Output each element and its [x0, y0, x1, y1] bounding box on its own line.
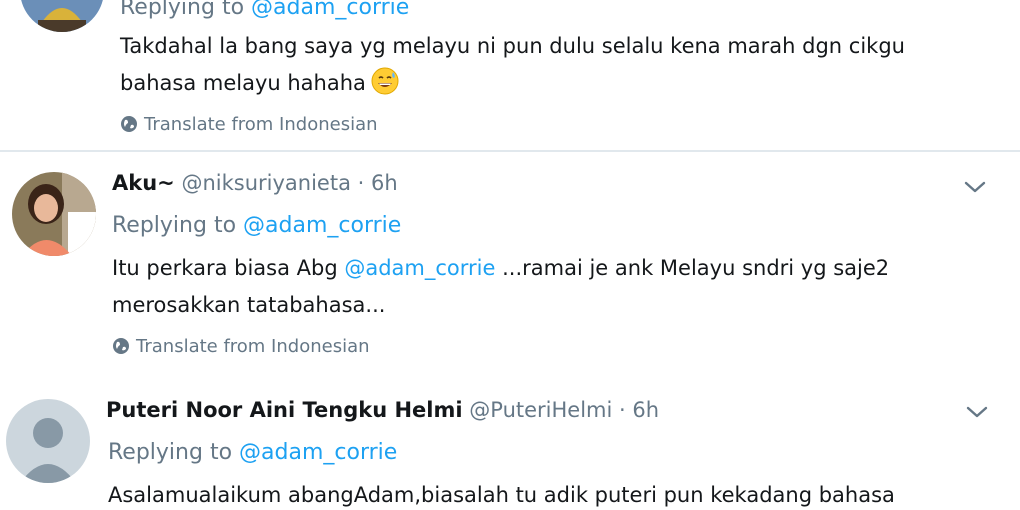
replying-mention-link[interactable]: @adam_corrie: [243, 213, 401, 238]
translate-link[interactable]: Translate from Indonesian: [112, 336, 370, 358]
display-name[interactable]: Puteri Noor Aini Tengku Helmi: [106, 398, 463, 422]
translate-label: Translate from Indonesian: [144, 114, 378, 135]
reply-timeline: Replying to @adam_corrie Takdahal la ban…: [0, 0, 1020, 510]
tweet-text-line: Asalamualaikum abangAdam,biasalah tu adi…: [108, 483, 895, 507]
tweet-header: Aku~ @niksuriyanieta · 6h: [112, 170, 398, 196]
tweet-text-line-with-emoji: bahasa melayu hahaha: [120, 65, 905, 102]
replying-to: Replying to @adam_corrie: [108, 439, 397, 467]
timestamp[interactable]: 6h: [371, 171, 398, 195]
tweet[interactable]: Replying to @adam_corrie Takdahal la ban…: [0, 0, 1020, 152]
user-handle[interactable]: @niksuriyanieta: [181, 171, 351, 195]
tweet-text: Asalamualaikum abangAdam,biasalah tu adi…: [108, 477, 895, 510]
chevron-down-icon[interactable]: [962, 178, 988, 196]
default-avatar-icon: [6, 399, 90, 483]
tweet[interactable]: Puteri Noor Aini Tengku Helmi @PuteriHel…: [0, 377, 1020, 510]
avatar[interactable]: [12, 172, 96, 256]
tweet-text-line: Takdahal la bang saya yg melayu ni pun d…: [120, 34, 905, 58]
tweet-text-line: bahasa melayu hahaha: [120, 71, 366, 95]
translate-link[interactable]: Translate from Indonesian: [120, 114, 378, 136]
tweet-text-segment: Itu perkara biasa Abg: [112, 256, 345, 280]
replying-prefix: Replying to: [108, 440, 240, 465]
translate-label: Translate from Indonesian: [136, 336, 370, 357]
separator-dot: ·: [357, 171, 365, 195]
avatar[interactable]: [20, 0, 104, 32]
tweet-text: Takdahal la bang saya yg melayu ni pun d…: [120, 28, 905, 102]
replying-to: Replying to @adam_corrie: [112, 212, 401, 240]
tweet[interactable]: Aku~ @niksuriyanieta · 6h Replying to @a…: [0, 152, 1020, 377]
separator-dot: ·: [619, 398, 626, 422]
grinning-sweat-emoji-icon: [370, 66, 400, 96]
globe-icon: [120, 115, 138, 133]
tweet-text-line: Itu perkara biasa Abg @adam_corrie ...ra…: [112, 250, 889, 287]
avatar-image: [12, 172, 96, 256]
replying-prefix: Replying to: [112, 213, 244, 238]
tweet-text-line: merosakkan tatabahasa...: [112, 293, 386, 317]
mention-link[interactable]: @adam_corrie: [344, 256, 495, 280]
replying-to: Replying to @adam_corrie: [120, 0, 409, 22]
replying-mention-link[interactable]: @adam_corrie: [239, 440, 397, 465]
avatar-image: [20, 0, 104, 32]
replying-prefix: Replying to: [120, 0, 252, 20]
user-handle[interactable]: @PuteriHelmi: [469, 398, 612, 422]
default-avatar[interactable]: [6, 399, 90, 483]
tweet-text: Itu perkara biasa Abg @adam_corrie ...ra…: [112, 250, 889, 324]
display-name[interactable]: Aku~: [112, 171, 175, 195]
tweet-header: Puteri Noor Aini Tengku Helmi @PuteriHel…: [106, 397, 659, 423]
chevron-down-icon[interactable]: [964, 403, 990, 421]
replying-mention-link[interactable]: @adam_corrie: [251, 0, 409, 20]
tweet-text-segment: ...ramai je ank Melayu sndri yg saje2: [495, 256, 890, 280]
timestamp[interactable]: 6h: [632, 398, 659, 422]
globe-icon: [112, 337, 130, 355]
